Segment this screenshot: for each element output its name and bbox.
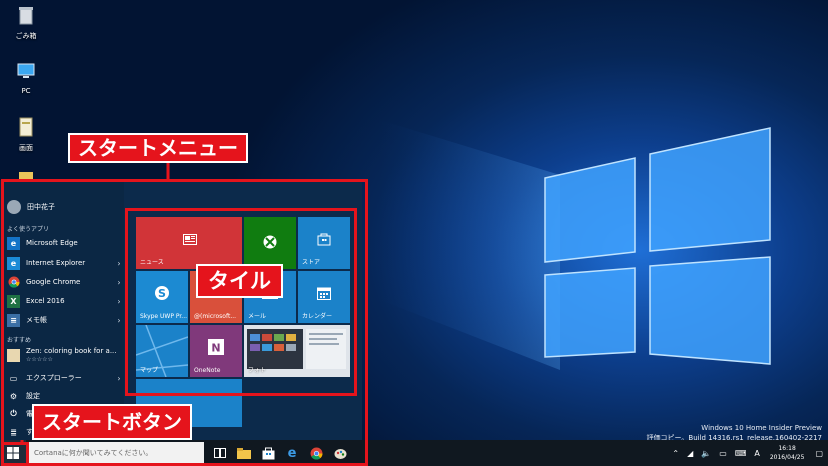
clock[interactable]: 16:18 2016/04/25 — [764, 444, 811, 462]
recycle-bin-icon — [19, 7, 33, 25]
notification-icon[interactable]: ▢ — [810, 449, 828, 458]
keyboard-icon[interactable]: ⌨ — [731, 449, 751, 458]
tiles-highlight — [125, 208, 357, 396]
clock-date: 2016/04/25 — [769, 454, 805, 461]
desktop-icon-recycle-bin[interactable]: ごみ箱 — [6, 4, 46, 41]
document-icon — [19, 117, 33, 137]
chevron-up-icon[interactable]: ⌃ — [668, 449, 683, 458]
system-tray: ⌃ ◢ 🔈 ▭ ⌨ A 16:18 2016/04/25 ▢ — [668, 440, 828, 466]
pc-icon — [17, 63, 35, 78]
callout-start-button: スタートボタン — [32, 404, 192, 440]
desktop-icon-document[interactable]: 画面 — [6, 116, 46, 153]
start-button-highlight — [1, 442, 29, 466]
ime-mode-icon[interactable]: A — [750, 449, 763, 458]
desktop-icon-label: PC — [21, 87, 31, 95]
network-icon[interactable]: ◢ — [683, 449, 697, 458]
desktop-icon-label: 画面 — [19, 144, 33, 152]
volume-icon[interactable]: 🔈 — [697, 449, 715, 458]
callout-tiles: タイル — [196, 264, 283, 298]
clock-time: 16:18 — [778, 445, 796, 452]
desktop-icon-pc[interactable]: PC — [6, 60, 46, 95]
input-method-icon[interactable]: ▭ — [715, 449, 731, 458]
desktop-icon-label: ごみ箱 — [15, 32, 37, 40]
callout-start-menu: スタートメニュー — [68, 133, 248, 163]
watermark-line1: Windows 10 Home Insider Preview — [701, 424, 822, 432]
